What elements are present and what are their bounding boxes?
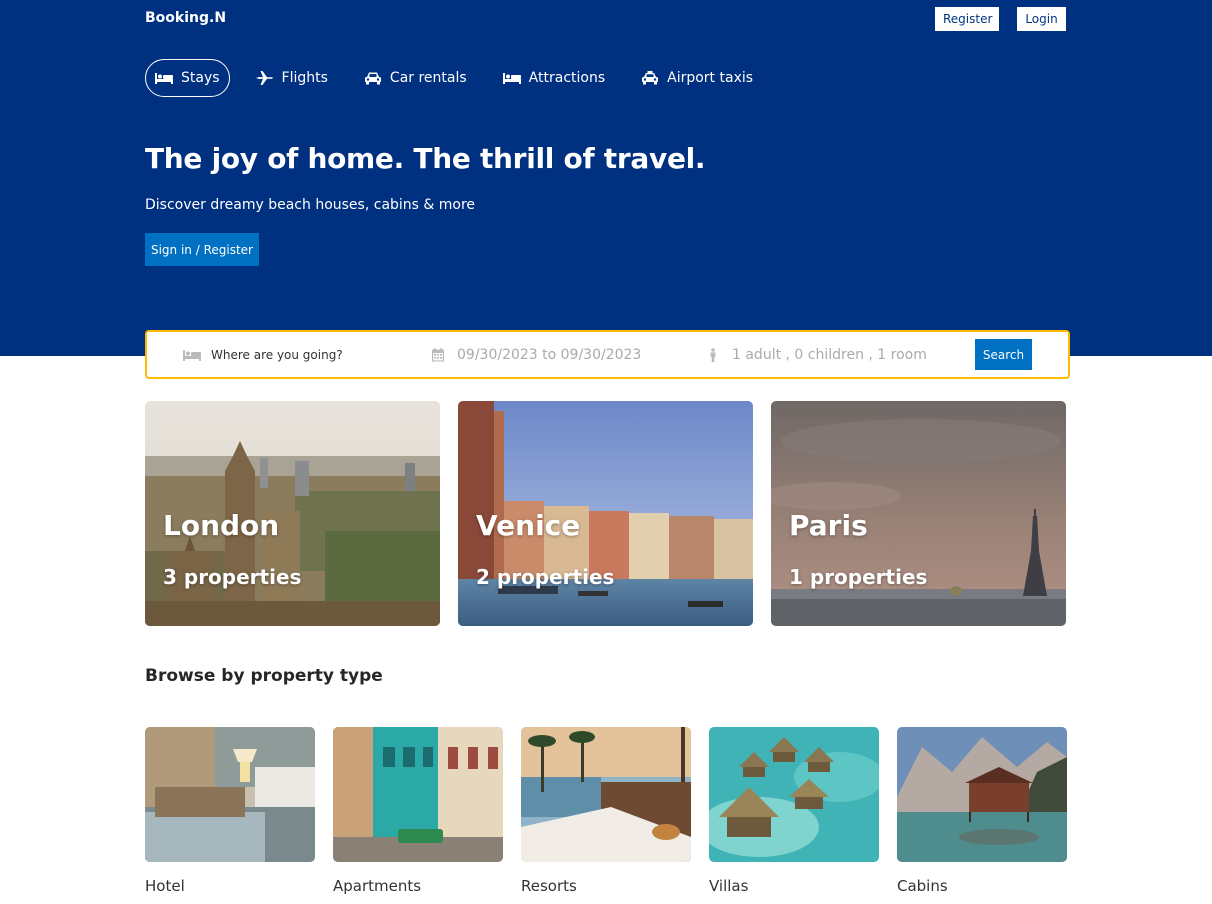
taxi-icon — [641, 71, 659, 85]
login-button[interactable]: Login — [1017, 7, 1066, 31]
city-name: Paris — [789, 509, 868, 542]
main-nav: Stays Flights Car rentals Attractions Ai… — [145, 59, 779, 97]
property-types-title: Browse by property type — [145, 666, 383, 686]
nav-label: Flights — [281, 70, 328, 86]
property-type-villas[interactable]: Villas — [709, 727, 879, 895]
city-property-count: 3 properties — [163, 565, 302, 589]
signin-register-button[interactable]: Sign in / Register — [145, 233, 259, 266]
city-property-count: 1 properties — [789, 565, 928, 589]
destination-field[interactable] — [183, 332, 401, 377]
villas-image — [709, 727, 879, 862]
date-range-text: 09/30/2023 to 09/30/2023 — [457, 346, 642, 363]
guests-field[interactable]: 1 adult , 0 children , 1 room — [704, 332, 927, 377]
calendar-icon — [429, 347, 447, 362]
property-type-resorts[interactable]: Resorts — [521, 727, 691, 895]
city-name: London — [163, 509, 280, 542]
nav-label: Attractions — [528, 70, 606, 86]
car-icon — [364, 71, 382, 85]
property-type-label: Resorts — [521, 877, 577, 895]
auth-buttons: Register Login — [935, 7, 1066, 31]
featured-cities: London 3 properties Venice 2 properties … — [145, 401, 1066, 626]
search-bar: 09/30/2023 to 09/30/2023 1 adult , 0 chi… — [145, 330, 1070, 379]
property-type-apartments[interactable]: Apartments — [333, 727, 503, 895]
nav-item-attractions[interactable]: Attractions — [493, 59, 615, 97]
bed-icon — [155, 71, 173, 85]
nav-item-stays[interactable]: Stays — [145, 59, 230, 97]
person-icon — [704, 347, 722, 362]
date-range-field[interactable]: 09/30/2023 to 09/30/2023 — [429, 332, 641, 377]
nav-label: Stays — [181, 70, 220, 86]
city-property-count: 2 properties — [476, 565, 615, 589]
property-type-label: Cabins — [897, 877, 948, 895]
apartments-image — [333, 727, 503, 862]
nav-item-car-rentals[interactable]: Car rentals — [354, 59, 477, 97]
bed-icon — [183, 348, 201, 362]
plane-icon — [255, 71, 274, 85]
property-type-hotel[interactable]: Hotel — [145, 727, 315, 895]
nav-item-airport-taxis[interactable]: Airport taxis — [631, 59, 763, 97]
guests-text: 1 adult , 0 children , 1 room — [732, 346, 927, 363]
nav-item-flights[interactable]: Flights — [246, 59, 338, 97]
register-button[interactable]: Register — [935, 7, 999, 31]
resorts-image — [521, 727, 691, 862]
property-type-cabins[interactable]: Cabins — [897, 727, 1067, 895]
destination-input[interactable] — [211, 347, 401, 362]
search-button[interactable]: Search — [975, 339, 1032, 370]
header-band — [0, 0, 1212, 356]
city-name: Venice — [476, 509, 581, 542]
bed-icon — [502, 71, 521, 85]
property-types-list: Hotel Apartments Resorts Villas Cabins — [145, 727, 1067, 895]
hotel-image — [145, 727, 315, 862]
hero-title: The joy of home. The thrill of travel. — [145, 142, 706, 175]
hero-subtitle: Discover dreamy beach houses, cabins & m… — [145, 197, 476, 213]
city-card-paris[interactable]: Paris 1 properties — [771, 401, 1066, 626]
city-card-venice[interactable]: Venice 2 properties — [458, 401, 753, 626]
property-type-label: Apartments — [333, 877, 422, 895]
property-type-label: Villas — [709, 877, 749, 895]
nav-label: Car rentals — [389, 70, 467, 86]
brand-logo[interactable]: Booking.N — [145, 10, 226, 26]
city-card-london[interactable]: London 3 properties — [145, 401, 440, 626]
property-type-label: Hotel — [145, 877, 185, 895]
nav-label: Airport taxis — [667, 70, 754, 86]
cabins-image — [897, 727, 1067, 862]
